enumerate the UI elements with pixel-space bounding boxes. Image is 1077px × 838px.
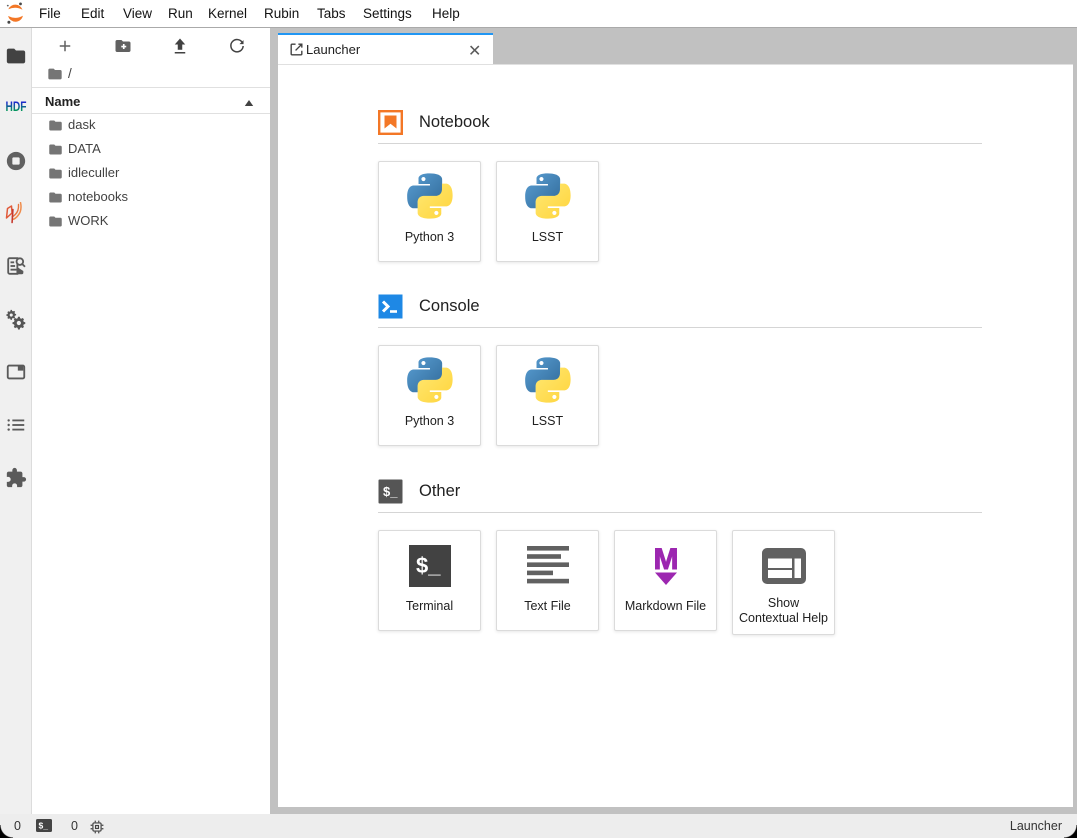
svg-text:$_: $_ [416, 553, 441, 578]
svg-text:$_: $_ [39, 821, 49, 831]
svg-text:M: M [653, 543, 678, 576]
svg-text:$_: $_ [383, 484, 398, 499]
svg-text:HDF: HDF [6, 99, 27, 114]
